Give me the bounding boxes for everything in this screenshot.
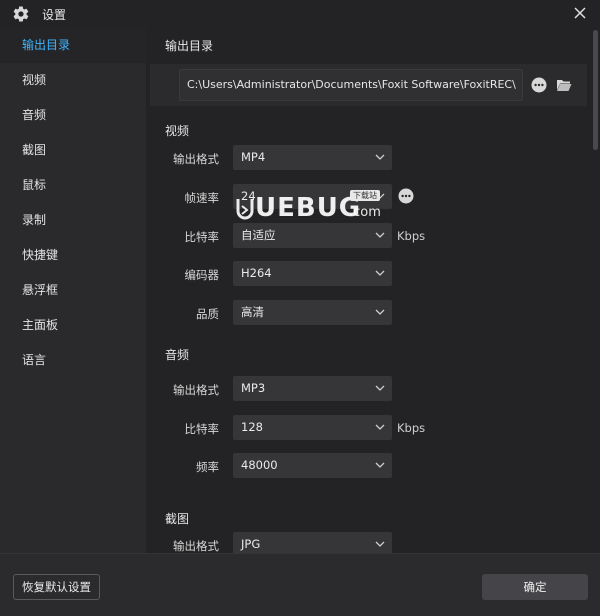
video-format-value: MP4 (241, 150, 266, 164)
video-bitrate-label: 比特率 (184, 230, 220, 244)
fps-more-icon[interactable] (398, 188, 414, 204)
settings-sidebar: 输出目录 视频 音频 截图 鼠标 录制 快捷键 悬浮框 主面板 语言 (0, 28, 146, 553)
video-bitrate-unit: Kbps (397, 229, 426, 243)
audio-bitrate-select[interactable]: 128 (233, 415, 392, 440)
video-bitrate-value: 自适应 (241, 228, 276, 242)
chevron-down-icon (375, 193, 385, 199)
screenshot-format-label: 输出格式 (173, 539, 219, 553)
settings-content: 输出目录 C:\Users\Administrator\Documents\Fo… (146, 28, 600, 553)
title-bar: 设置 (0, 0, 600, 28)
video-fps-value: 24 (241, 189, 256, 203)
video-encoder-value: H264 (241, 266, 272, 280)
video-encoder-select[interactable]: H264 (233, 261, 392, 286)
content-scrollbar[interactable] (592, 28, 600, 553)
sidebar-item-mouse[interactable]: 鼠标 (0, 168, 146, 203)
chevron-down-icon (375, 270, 385, 276)
video-fps-label: 帧速率 (184, 191, 220, 205)
audio-bitrate-label: 比特率 (184, 422, 220, 436)
gear-icon (13, 6, 29, 22)
section-title-audio: 音频 (165, 348, 190, 362)
more-icon[interactable] (531, 77, 547, 93)
sidebar-item-output[interactable]: 输出目录 (0, 28, 146, 63)
chevron-down-icon (375, 154, 385, 160)
sidebar-item-video[interactable]: 视频 (0, 63, 146, 98)
scrollbar-thumb[interactable] (593, 30, 598, 150)
folder-open-icon[interactable] (556, 78, 572, 92)
audio-bitrate-unit: Kbps (397, 421, 426, 435)
dialog-footer: 恢复默认设置 确定 (0, 553, 600, 616)
video-bitrate-select[interactable]: 自适应 (233, 223, 392, 248)
audio-format-value: MP3 (241, 381, 266, 395)
sidebar-item-main-panel[interactable]: 主面板 (0, 308, 146, 343)
section-title-video: 视频 (165, 124, 190, 138)
video-fps-select[interactable]: 24 (233, 184, 392, 209)
video-quality-value: 高清 (241, 305, 264, 319)
chevron-down-icon (375, 424, 385, 430)
video-quality-label: 品质 (196, 307, 219, 321)
close-icon[interactable] (572, 5, 588, 21)
sidebar-item-language[interactable]: 语言 (0, 343, 146, 378)
sidebar-item-float-box[interactable]: 悬浮框 (0, 273, 146, 308)
video-format-label: 输出格式 (173, 152, 219, 166)
video-encoder-label: 编码器 (184, 268, 220, 282)
ok-button[interactable]: 确定 (482, 574, 588, 600)
video-format-select[interactable]: MP4 (233, 145, 392, 170)
output-path-row: C:\Users\Administrator\Documents\Foxit S… (150, 64, 587, 106)
reset-defaults-button[interactable]: 恢复默认设置 (13, 574, 100, 600)
chevron-down-icon (375, 309, 385, 315)
screenshot-format-value: JPG (241, 537, 261, 551)
audio-rate-label: 频率 (196, 460, 219, 474)
audio-format-label: 输出格式 (173, 383, 219, 397)
chevron-down-icon (375, 462, 385, 468)
sidebar-item-hotkeys[interactable]: 快捷键 (0, 238, 146, 273)
section-title-output: 输出目录 (165, 39, 214, 53)
section-title-screenshot: 截图 (165, 512, 190, 526)
chevron-down-icon (375, 541, 385, 547)
audio-format-select[interactable]: MP3 (233, 376, 392, 401)
chevron-down-icon (375, 385, 385, 391)
sidebar-item-screenshot[interactable]: 截图 (0, 133, 146, 168)
audio-rate-value: 48000 (241, 458, 278, 472)
audio-rate-select[interactable]: 48000 (233, 453, 392, 478)
output-path-field[interactable]: C:\Users\Administrator\Documents\Foxit S… (179, 69, 523, 101)
sidebar-item-record[interactable]: 录制 (0, 203, 146, 238)
audio-bitrate-value: 128 (241, 420, 263, 434)
chevron-down-icon (375, 232, 385, 238)
video-quality-select[interactable]: 高清 (233, 300, 392, 325)
window-title: 设置 (42, 8, 67, 22)
sidebar-item-audio[interactable]: 音频 (0, 98, 146, 133)
screenshot-format-select[interactable]: JPG (233, 532, 392, 553)
